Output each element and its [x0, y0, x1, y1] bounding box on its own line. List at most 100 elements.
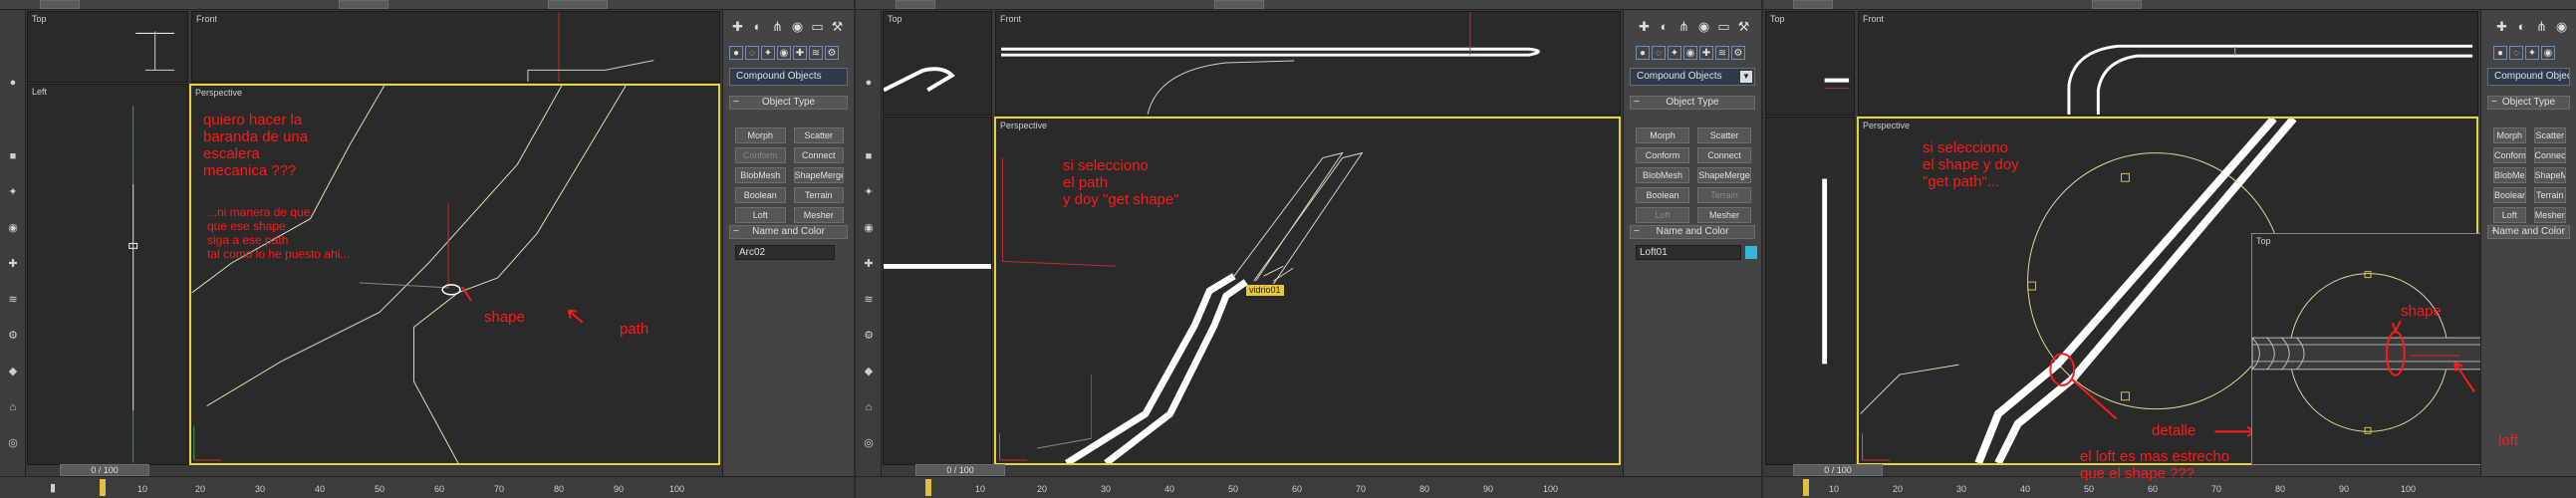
scatter-button[interactable]: Scatter [793, 127, 844, 143]
create-tab-icon[interactable]: ✚ [2493, 18, 2510, 35]
terrain-button[interactable]: Terrain [1697, 187, 1751, 203]
systems-icon[interactable]: ⚙ [1731, 46, 1745, 60]
modifier-icon[interactable]: ◆ [861, 365, 877, 378]
toolbar-button[interactable] [40, 0, 80, 9]
lights-icon[interactable]: ✦ [761, 46, 775, 60]
toolbar-button[interactable] [2092, 0, 2142, 9]
systems-icon[interactable]: ⚙ [825, 46, 839, 60]
geometry-icon[interactable]: ● [1636, 46, 1650, 60]
time-slider-handle[interactable] [1803, 479, 1809, 496]
hierarchy-icon[interactable]: ⌂ [861, 400, 877, 414]
spacewarps-icon[interactable]: ≋ [1715, 46, 1729, 60]
utilities-tab-icon[interactable]: ⚒ [829, 18, 846, 35]
camera-icon[interactable]: ◉ [5, 221, 21, 235]
helpers-icon[interactable]: ✚ [793, 46, 807, 60]
object-color-swatch[interactable] [1745, 246, 1757, 259]
sphere-icon[interactable]: ● [861, 76, 877, 90]
hierarchy-tab-icon[interactable]: ⋔ [769, 18, 786, 35]
shapemerge-button[interactable]: ShapeMerge [1697, 167, 1751, 183]
modify-tab-icon[interactable]: ◐ [749, 18, 766, 35]
loft-button[interactable]: Loft [735, 207, 786, 223]
viewport-top[interactable]: Top [27, 11, 188, 83]
system-icon[interactable]: ⚙ [861, 329, 877, 343]
category-dropdown[interactable]: Compound Objects [2487, 68, 2570, 86]
motion-icon[interactable]: ◎ [861, 436, 877, 450]
modify-tab-icon[interactable]: ◐ [1656, 18, 1673, 35]
mesher-button[interactable]: Mesher [1697, 207, 1751, 223]
viewport-top[interactable]: Top [1765, 11, 1855, 116]
geometry-icon[interactable]: ● [2493, 46, 2507, 60]
spacewarps-icon[interactable]: ≋ [809, 46, 823, 60]
camera-icon[interactable]: ◉ [861, 221, 877, 235]
morph-button[interactable]: Morph [1636, 127, 1689, 143]
object-name-field[interactable]: Arc02 [735, 245, 835, 260]
toolbar-button[interactable] [339, 0, 388, 9]
shapemerge-button[interactable]: ShapeMerge [793, 167, 844, 183]
mesher-button[interactable]: Mesher [793, 207, 844, 223]
time-slider-handle[interactable] [925, 479, 931, 496]
sphere-icon[interactable]: ● [5, 76, 21, 90]
loft-button[interactable]: Loft [1636, 207, 1689, 223]
morph-button[interactable]: Morph [735, 127, 786, 143]
object-name-field[interactable]: Loft01 [1636, 245, 1741, 260]
viewport-front[interactable]: Front [191, 11, 720, 83]
rollout-name-color[interactable]: − Name and Color [2487, 225, 2570, 239]
motion-tab-icon[interactable]: ◉ [789, 18, 806, 35]
frame-counter[interactable]: 0 / 100 [1793, 464, 1883, 476]
connect-button[interactable]: Connect [793, 147, 844, 163]
hierarchy-tab-icon[interactable]: ⋔ [1675, 18, 1692, 35]
cameras-icon[interactable]: ◉ [2541, 46, 2555, 60]
cameras-icon[interactable]: ◉ [777, 46, 791, 60]
frame-counter[interactable]: 0 / 100 [60, 464, 149, 476]
rollout-object-type[interactable]: − Object Type [729, 96, 848, 110]
conform-button[interactable]: Conform [2493, 147, 2526, 163]
light-icon[interactable]: ✦ [5, 185, 21, 199]
toolbar-button[interactable] [1214, 0, 1264, 9]
lights-icon[interactable]: ✦ [2525, 46, 2539, 60]
viewport-left[interactable]: Left [27, 84, 188, 465]
blobmesh-button[interactable]: BlobMesh [1636, 167, 1689, 183]
hierarchy-tab-icon[interactable]: ⋔ [2533, 18, 2550, 35]
boolean-button[interactable]: Boolean [1636, 187, 1689, 203]
connect-button[interactable]: Connect [2533, 147, 2566, 163]
category-dropdown[interactable]: Compound Objects ▼ [1630, 68, 1755, 86]
timeline[interactable]: 0 / 100 ▮ 10 20 30 40 50 60 70 80 90 100 [0, 464, 854, 498]
modifier-icon[interactable]: ◆ [5, 365, 21, 378]
boolean-button[interactable]: Boolean [735, 187, 786, 203]
cameras-icon[interactable]: ◉ [1683, 46, 1697, 60]
motion-tab-icon[interactable]: ◉ [1695, 18, 1712, 35]
viewport-front[interactable]: Front [1858, 11, 2478, 116]
hierarchy-icon[interactable]: ⌂ [5, 400, 21, 414]
viewport-left[interactable] [883, 117, 992, 465]
modify-tab-icon[interactable]: ◐ [2513, 18, 2530, 35]
boolean-button[interactable]: Boolean [2493, 187, 2526, 203]
cube-icon[interactable]: ■ [5, 149, 21, 163]
rollout-object-type[interactable]: − Object Type [2487, 96, 2570, 110]
terrain-button[interactable]: Terrain [793, 187, 844, 203]
lights-icon[interactable]: ✦ [1668, 46, 1681, 60]
motion-tab-icon[interactable]: ◉ [2553, 18, 2570, 35]
display-tab-icon[interactable]: ▭ [1715, 18, 1732, 35]
geometry-icon[interactable]: ● [729, 46, 743, 60]
rollout-object-type[interactable]: − Object Type [1630, 96, 1755, 110]
frame-counter[interactable]: 0 / 100 [915, 464, 1005, 476]
scatter-button[interactable]: Scatter [1697, 127, 1751, 143]
scatter-button[interactable]: Scatter [2533, 127, 2566, 143]
helpers-icon[interactable]: ✚ [1699, 46, 1713, 60]
blobmesh-button[interactable]: BlobMesh [2493, 167, 2526, 183]
viewport-front[interactable]: Front [995, 11, 1621, 116]
loft-button[interactable]: Loft [2493, 207, 2526, 223]
system-icon[interactable]: ⚙ [5, 329, 21, 343]
cube-icon[interactable]: ■ [861, 149, 877, 163]
viewport-left[interactable] [1765, 117, 1855, 465]
light-icon[interactable]: ✦ [861, 185, 877, 199]
shapemerge-button[interactable]: ShapeMerge [2533, 167, 2566, 183]
viewport-inset[interactable]: Top [2251, 233, 2488, 465]
display-tab-icon[interactable]: ▭ [809, 18, 826, 35]
shapes-icon[interactable]: ◌ [745, 46, 759, 60]
create-tab-icon[interactable]: ✚ [1636, 18, 1653, 35]
blobmesh-button[interactable]: BlobMesh [735, 167, 786, 183]
rollout-name-color[interactable]: − Name and Color [1630, 225, 1755, 239]
terrain-button[interactable]: Terrain [2533, 187, 2566, 203]
category-dropdown[interactable]: Compound Objects [729, 68, 848, 86]
